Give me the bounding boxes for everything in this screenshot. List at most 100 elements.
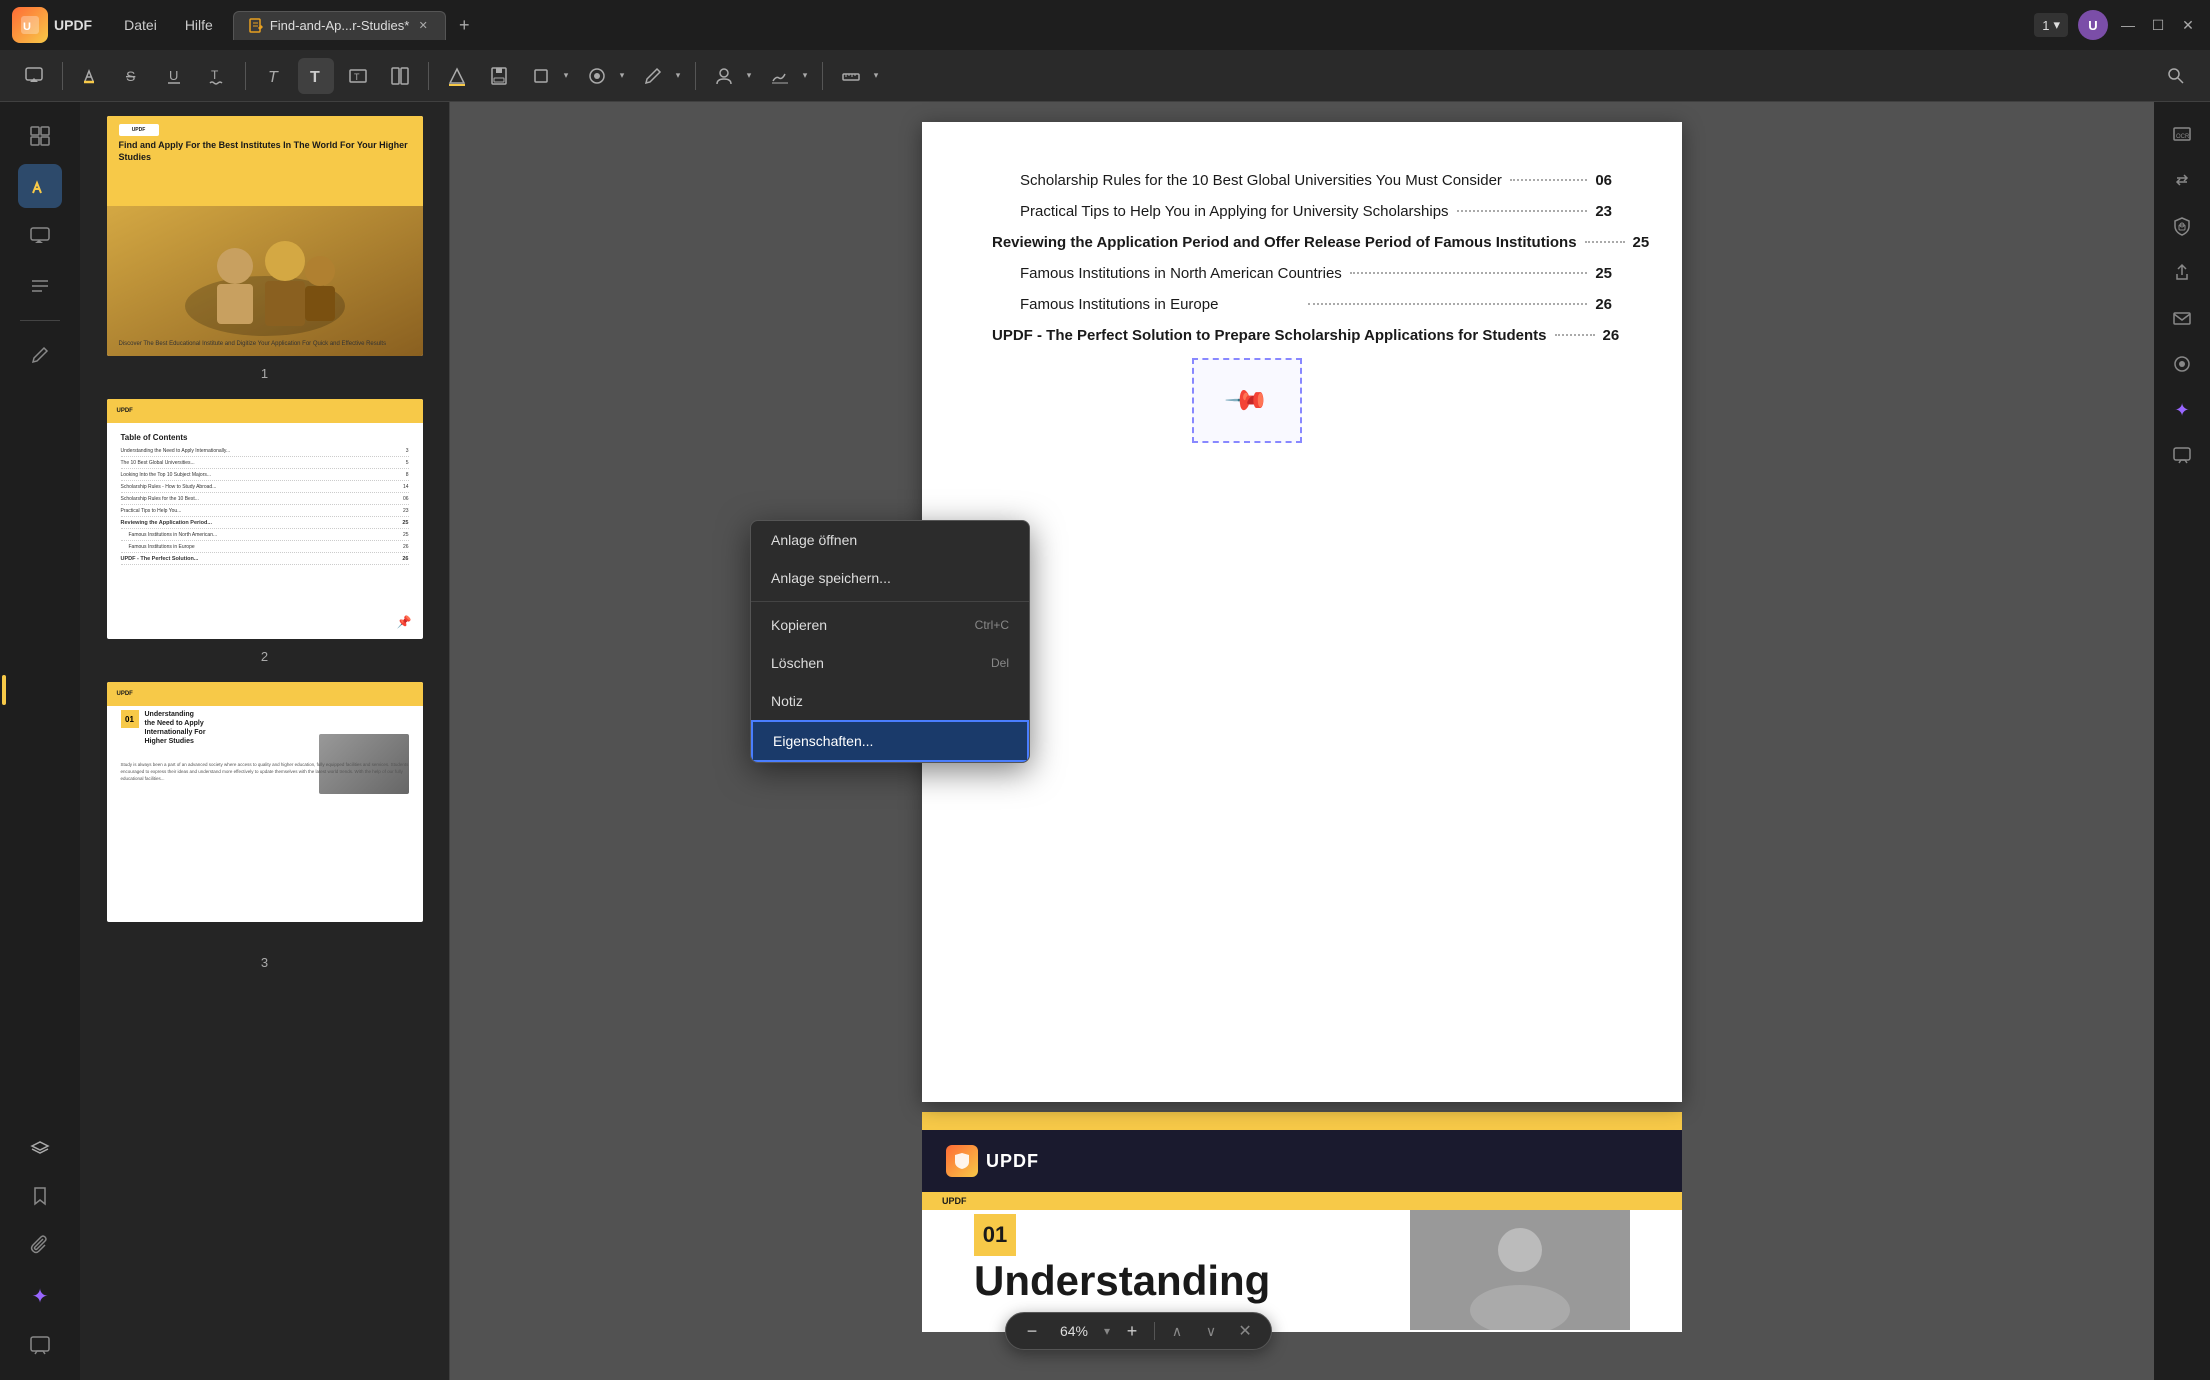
- email-right-button[interactable]: [2162, 298, 2202, 338]
- close-button[interactable]: ✕: [2178, 15, 2198, 35]
- ocr-right-button[interactable]: OCR: [2162, 114, 2202, 154]
- new-tab-button[interactable]: +: [450, 11, 478, 39]
- save-tool-button[interactable]: [481, 58, 517, 94]
- sidebar-ai-button[interactable]: ✦: [18, 1274, 62, 1318]
- pdf-page-content: Scholarship Rules for the 10 Best Global…: [922, 122, 1682, 1102]
- yellow-banner: [922, 1112, 1682, 1130]
- toc-dots-2: [1457, 210, 1588, 212]
- pen-tool-button[interactable]: ▾: [635, 58, 685, 94]
- toc-entry-4: Famous Institutions in North American Co…: [992, 265, 1612, 282]
- thumbnail-2-image: UPDF Table of Contents Understanding the…: [105, 397, 425, 641]
- copy-label: Kopieren: [771, 617, 827, 633]
- menu-datei[interactable]: Datei: [112, 11, 169, 39]
- properties-item[interactable]: Eigenschaften...: [751, 720, 1029, 762]
- zoom-close-button[interactable]: ✕: [1233, 1319, 1257, 1343]
- sidebar-comment-button[interactable]: [18, 214, 62, 258]
- sidebar-annotation-button[interactable]: [18, 164, 62, 208]
- thumb1-logo: UPDF: [119, 124, 159, 136]
- wavy-underline-tool-button[interactable]: T: [199, 58, 235, 94]
- app-logo[interactable]: U UPDF: [12, 7, 92, 43]
- zoom-out-button[interactable]: −: [1020, 1319, 1044, 1343]
- toc-entry-2: Practical Tips to Help You in Applying f…: [992, 203, 1612, 220]
- sidebar-text-button[interactable]: [18, 264, 62, 308]
- zoom-in-button[interactable]: +: [1120, 1319, 1144, 1343]
- thumbnail-1-label: 1: [261, 366, 268, 381]
- person-tool-button[interactable]: ▾: [706, 58, 756, 94]
- sidebar-attachment-button[interactable]: [18, 1224, 62, 1268]
- svg-text:T: T: [310, 69, 320, 86]
- sidebar-edit-button[interactable]: [18, 333, 62, 377]
- ruler-tool-button[interactable]: ▾: [833, 58, 883, 94]
- text-tool-button[interactable]: T: [256, 58, 292, 94]
- ai-right-button[interactable]: ✦: [2162, 390, 2202, 430]
- toolbar-separator-3: [428, 62, 429, 90]
- pdf-main-area[interactable]: Scholarship Rules for the 10 Best Global…: [450, 102, 2154, 1380]
- delete-item[interactable]: Löschen Del: [751, 644, 1029, 682]
- color-dropdown-arrow[interactable]: ▾: [615, 58, 629, 94]
- text-bold-tool-button[interactable]: T: [298, 58, 334, 94]
- signature-dropdown-arrow[interactable]: ▾: [798, 58, 812, 94]
- toc-num-1: 06: [1595, 172, 1612, 189]
- tab-close-button[interactable]: ✕: [415, 18, 431, 34]
- text-box-tool-button[interactable]: T: [340, 58, 376, 94]
- square-tool-button[interactable]: ▾: [523, 58, 573, 94]
- strikethrough-tool-button[interactable]: S: [115, 58, 151, 94]
- copy-item[interactable]: Kopieren Ctrl+C: [751, 606, 1029, 644]
- pen-dropdown-arrow[interactable]: ▾: [671, 58, 685, 94]
- page3-preview: UPDF 01 Understanding: [922, 1192, 1682, 1332]
- svg-text:U: U: [169, 68, 178, 83]
- share-right-button[interactable]: [2162, 252, 2202, 292]
- thumbnail-page-3[interactable]: UPDF 01 Understandingthe Need to ApplyIn…: [92, 680, 437, 970]
- sidebar-layers-button[interactable]: [18, 1124, 62, 1168]
- zoom-nav-up-button[interactable]: ∧: [1165, 1319, 1189, 1343]
- zoom-value: 64%: [1054, 1323, 1094, 1339]
- zoom-nav-down-button[interactable]: ∨: [1199, 1319, 1223, 1343]
- thumb3-body-text: Study is always been a part of an advanc…: [121, 762, 409, 782]
- toc-dots-4: [1350, 272, 1588, 274]
- square-dropdown-arrow[interactable]: ▾: [559, 58, 573, 94]
- note-item[interactable]: Notiz: [751, 682, 1029, 720]
- zoom-dropdown[interactable]: ▾: [1104, 1324, 1110, 1338]
- user-avatar[interactable]: U: [2078, 10, 2108, 40]
- color-fill-tool-button[interactable]: ▾: [579, 58, 629, 94]
- selection-area: 📌: [992, 358, 1612, 448]
- toc-dots-5: [1308, 303, 1588, 305]
- pin-icon: 📌: [1223, 377, 1271, 425]
- thumbnail-page-1[interactable]: UPDF Find and Apply For the Best Institu…: [92, 114, 437, 381]
- open-attachment-item[interactable]: Anlage öffnen: [751, 521, 1029, 559]
- convert-right-button[interactable]: [2162, 160, 2202, 200]
- save-attachment-item[interactable]: Anlage speichern...: [751, 559, 1029, 597]
- search-tool-button[interactable]: [2158, 58, 2194, 94]
- thumbnail-panel[interactable]: UPDF Find and Apply For the Best Institu…: [80, 102, 450, 1380]
- person-dropdown-arrow[interactable]: ▾: [742, 58, 756, 94]
- sidebar-thumbnails-button[interactable]: [18, 114, 62, 158]
- signature-tool-button[interactable]: ▾: [762, 58, 812, 94]
- pin-icon-container: 📌: [1194, 360, 1300, 441]
- thumbnail-1-image: UPDF Find and Apply For the Best Institu…: [105, 114, 425, 358]
- sidebar-bookmark-button[interactable]: [18, 1174, 62, 1218]
- underline-tool-button[interactable]: U: [157, 58, 193, 94]
- toc-line-7: Reviewing the Application Period...25: [121, 520, 409, 529]
- document-tab[interactable]: Find-and-Ap...r-Studies* ✕: [233, 11, 446, 40]
- thumbnail-page-2[interactable]: UPDF Table of Contents Understanding the…: [92, 397, 437, 664]
- page-nav[interactable]: 1 ▾: [2034, 13, 2068, 37]
- updf-logo-banner: UPDF: [946, 1145, 1039, 1177]
- menu-hilfe[interactable]: Hilfe: [173, 11, 225, 39]
- sidebar-chat-button[interactable]: [18, 1324, 62, 1368]
- ruler-dropdown-arrow[interactable]: ▾: [869, 58, 883, 94]
- thumbnail-2-label: 2: [261, 649, 268, 664]
- toolbar-separator-2: [245, 62, 246, 90]
- minimize-button[interactable]: —: [2118, 15, 2138, 35]
- shape-fill-tool-button[interactable]: [439, 58, 475, 94]
- zoom-bar: − 64% ▾ + ∧ ∨ ✕: [1005, 1312, 1272, 1350]
- maximize-button[interactable]: ☐: [2148, 15, 2168, 35]
- thumb1-image-area: [107, 206, 423, 356]
- columns-tool-button[interactable]: [382, 58, 418, 94]
- chat-right-button[interactable]: [2162, 436, 2202, 476]
- protect-right-button[interactable]: [2162, 206, 2202, 246]
- save-right-button[interactable]: [2162, 344, 2202, 384]
- comment-tool-button[interactable]: [16, 58, 52, 94]
- thumb2-logo-text: UPDF: [117, 408, 133, 414]
- highlight-tool-button[interactable]: [73, 58, 109, 94]
- page3-number-box: 01: [974, 1214, 1016, 1256]
